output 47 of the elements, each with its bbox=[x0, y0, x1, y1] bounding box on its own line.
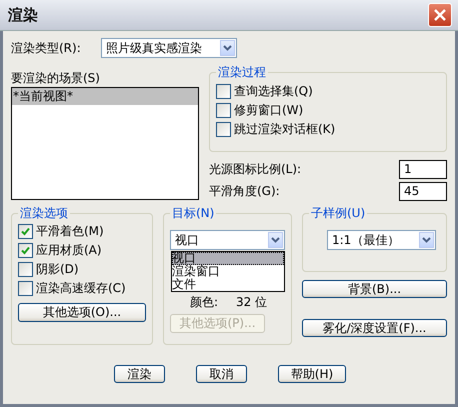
dropdown[interactable]: 视口 bbox=[170, 230, 285, 250]
color-depth: 32 位 bbox=[236, 294, 268, 311]
checkbox-label: 修剪窗口(W) bbox=[234, 102, 304, 119]
scene-list[interactable]: *当前视图* bbox=[11, 87, 199, 200]
dropdown[interactable]: 照片级真实感渲染 bbox=[101, 38, 237, 58]
group-title: 目标(N) bbox=[170, 205, 216, 222]
checkbox-label: 平滑着色(M) bbox=[36, 223, 104, 240]
dropdown-option[interactable]: 文件 bbox=[172, 278, 284, 291]
checkbox[interactable] bbox=[216, 103, 231, 118]
checkbox-label: 跳过渲染对话框(K) bbox=[234, 121, 336, 138]
group-title: 子样例(U) bbox=[309, 205, 368, 222]
check-icon bbox=[21, 246, 30, 255]
fog-settings-button[interactable]: 雾化/深度设置(F)... bbox=[302, 319, 447, 337]
cancel-button[interactable]: 取消 bbox=[196, 365, 247, 383]
close-icon[interactable] bbox=[428, 3, 452, 27]
checkbox[interactable] bbox=[18, 243, 33, 258]
checkbox[interactable] bbox=[18, 224, 33, 239]
angle-input[interactable]: 45 bbox=[399, 182, 447, 201]
caret-icon bbox=[220, 40, 235, 56]
checkbox[interactable] bbox=[216, 122, 231, 137]
group-title: 渲染选项 bbox=[18, 205, 70, 222]
dropdown[interactable]: 1:1（最佳） bbox=[327, 230, 436, 250]
color-label: 颜色: bbox=[190, 294, 218, 311]
checkbox[interactable] bbox=[216, 84, 231, 99]
group-title: 渲染过程 bbox=[216, 64, 268, 81]
checkbox-label: 应用材质(A) bbox=[36, 242, 102, 259]
field-label: 光源图标比例(L): bbox=[209, 161, 302, 178]
window-title: 渲染 bbox=[8, 6, 38, 24]
check-icon bbox=[21, 227, 30, 236]
checkbox[interactable] bbox=[18, 262, 33, 277]
list-item[interactable]: *当前视图* bbox=[12, 88, 198, 105]
checkbox-label: 查询选择集(Q) bbox=[234, 83, 313, 100]
caret-icon bbox=[419, 232, 434, 248]
checkbox-label: 阴影(D) bbox=[36, 261, 79, 278]
dropdown-option[interactable]: 视口 bbox=[172, 252, 284, 265]
help-button[interactable]: 帮助(H) bbox=[278, 365, 346, 383]
render-button[interactable]: 渲染 bbox=[114, 365, 165, 383]
list-label: 要渲染的场景(S) bbox=[11, 70, 101, 87]
field-label: 渲染类型(R): bbox=[11, 40, 82, 56]
checkbox[interactable] bbox=[18, 281, 33, 296]
caret-icon bbox=[268, 232, 283, 248]
scale-input[interactable]: 1 bbox=[399, 160, 447, 179]
field-label: 平滑角度(G): bbox=[209, 183, 280, 200]
options-button[interactable]: 其他选项(O)... bbox=[18, 303, 146, 322]
checkbox-label: 渲染高速缓存(C) bbox=[36, 280, 126, 297]
dropdown-option[interactable]: 渲染窗口 bbox=[172, 265, 284, 278]
background-button[interactable]: 背景(B)... bbox=[302, 280, 447, 298]
